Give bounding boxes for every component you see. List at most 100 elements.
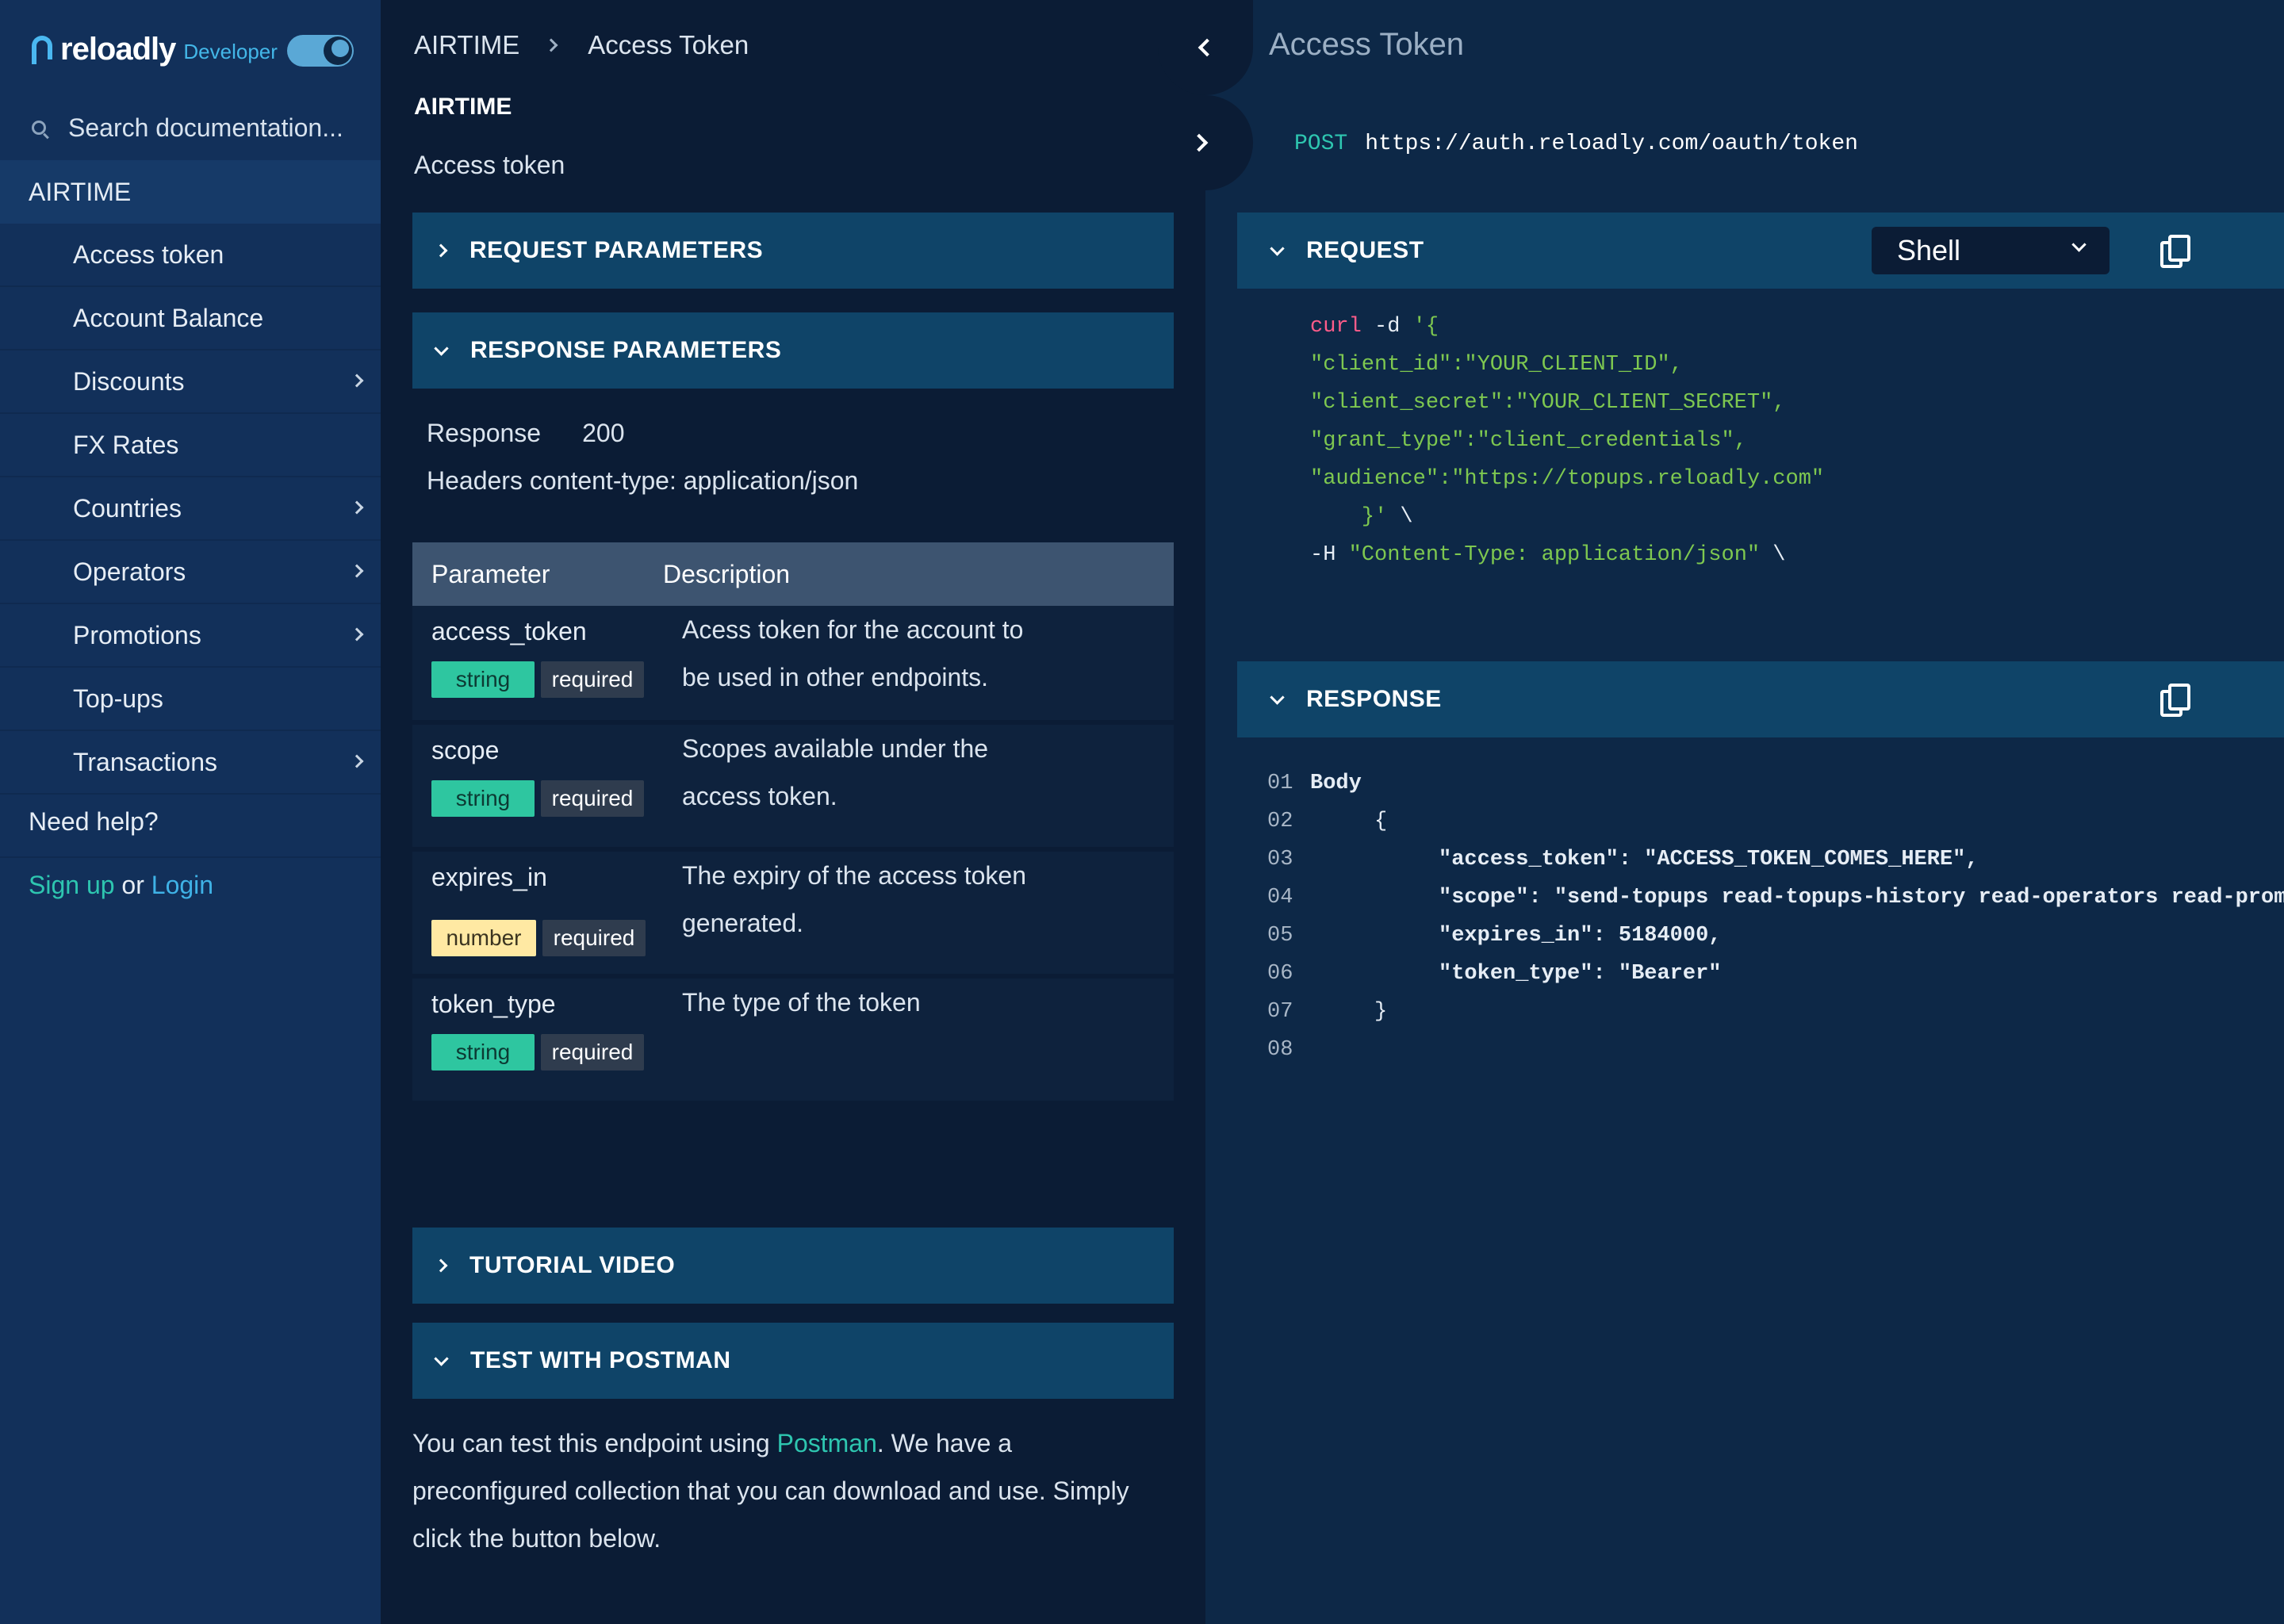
sidebar-item-label: Operators bbox=[73, 557, 186, 586]
json-value: : "send-topups read-topups-history read-… bbox=[1528, 886, 2284, 910]
table-row: token_type string required The type of the … bbox=[412, 979, 1174, 1105]
code-plain: -d bbox=[1361, 315, 1413, 339]
sidebar-item-discounts[interactable]: Discounts bbox=[0, 350, 381, 414]
code-line: 02 { bbox=[1267, 802, 2284, 841]
chevron-right-icon bbox=[350, 373, 364, 388]
sidebar-item-label: Discounts bbox=[73, 366, 185, 396]
response-code-accordion[interactable]: RESPONSE bbox=[1237, 661, 2284, 737]
brand-name: reloadly bbox=[60, 31, 176, 67]
breadcrumb-root[interactable]: AIRTIME bbox=[414, 30, 519, 60]
tutorial-video-accordion[interactable]: TUTORIAL VIDEO bbox=[412, 1228, 1174, 1304]
page-title: Access token bbox=[414, 151, 565, 179]
brand-logo[interactable]: reloadly Developer bbox=[29, 27, 278, 71]
expand-panel-button[interactable] bbox=[1158, 95, 1253, 190]
table-body: access_token string required Acess token fo… bbox=[412, 606, 1174, 1105]
copy-icon[interactable] bbox=[2160, 235, 2192, 270]
reloadly-logo-icon bbox=[29, 33, 56, 66]
request-code-accordion[interactable]: REQUEST Shell bbox=[1237, 213, 2284, 289]
line-number: 03 bbox=[1267, 848, 1293, 871]
test-with-postman-accordion[interactable]: TEST WITH POSTMAN bbox=[412, 1323, 1174, 1399]
sidebar-item-fx-rates[interactable]: FX Rates bbox=[0, 414, 381, 477]
postman-link[interactable]: Postman bbox=[777, 1429, 877, 1457]
param-description: The expiry of the access token generated. bbox=[682, 852, 1094, 947]
response-code-block: 01 Body 02 {03 "access_token": "ACCESS_TOK… bbox=[1267, 764, 2284, 1069]
parameters-table: Parameter Description access_tokenstring… bbox=[412, 542, 1174, 1105]
search-bar bbox=[0, 100, 381, 155]
http-method: POST bbox=[1294, 132, 1348, 156]
param-description: The type of the token bbox=[682, 979, 1094, 1026]
param-badges: string required bbox=[431, 661, 650, 698]
param-name: expires_in bbox=[431, 863, 547, 891]
chevron-down-icon bbox=[434, 340, 449, 356]
chevron-down-icon bbox=[2071, 237, 2087, 252]
json-value: : 5184000, bbox=[1592, 924, 1722, 948]
line-number: 07 bbox=[1267, 1000, 1293, 1024]
param-name: access_token bbox=[431, 617, 587, 645]
theme-toggle[interactable] bbox=[287, 35, 354, 67]
line-number: 04 bbox=[1267, 886, 1293, 910]
response-status: Response 200 bbox=[427, 419, 624, 448]
nav-section-airtime[interactable]: AIRTIME bbox=[0, 160, 381, 224]
chevron-right-icon bbox=[350, 564, 364, 578]
endpoint-url[interactable]: https://auth.reloadly.com/oauth/token bbox=[1365, 132, 1858, 156]
chevron-right-icon bbox=[350, 754, 364, 768]
need-help-link[interactable]: Need help? bbox=[29, 807, 159, 837]
response-parameters-accordion[interactable]: RESPONSE PARAMETERS bbox=[412, 312, 1174, 389]
divider bbox=[0, 856, 381, 858]
search-input[interactable] bbox=[68, 113, 370, 143]
param-badges: string required bbox=[431, 1034, 650, 1071]
sidebar-item-label: Transactions bbox=[73, 747, 217, 776]
code-string: "grant_type":"client_credentials", bbox=[1310, 429, 1747, 453]
json-value: : "ACCESS_TOKEN_COMES_HERE", bbox=[1618, 848, 1979, 871]
code-string: "client_secret":"YOUR_CLIENT_SECRET", bbox=[1310, 391, 1786, 415]
code-string: }' bbox=[1361, 505, 1388, 529]
copy-icon[interactable] bbox=[2160, 684, 2192, 718]
login-link[interactable]: Login bbox=[151, 871, 213, 899]
required-badge: required bbox=[541, 1034, 644, 1071]
table-row: expires_in number required The expiry of th… bbox=[412, 852, 1174, 979]
code-tail: \ bbox=[1387, 505, 1413, 529]
request-parameters-accordion[interactable]: REQUEST PARAMETERS bbox=[412, 213, 1174, 289]
json-key: "expires_in" bbox=[1439, 924, 1593, 948]
sidebar-item-access-token[interactable]: Access token bbox=[0, 224, 381, 287]
chevron-down-icon bbox=[434, 1350, 449, 1366]
sidebar-item-countries[interactable]: Countries bbox=[0, 477, 381, 541]
code-string: "client_id":"YOUR_CLIENT_ID", bbox=[1310, 353, 1683, 377]
chevron-right-icon bbox=[434, 243, 448, 258]
response-label: Response bbox=[427, 419, 542, 447]
sidebar-nav: Access token Account Balance Discounts FX R… bbox=[0, 224, 381, 795]
required-badge: required bbox=[541, 780, 644, 817]
code-tail: \ bbox=[1760, 543, 1786, 567]
sidebar-item-top-ups[interactable]: Top-ups bbox=[0, 668, 381, 731]
code-line: curl -d '{ bbox=[1310, 308, 1824, 346]
sidebar-item-transactions[interactable]: Transactions bbox=[0, 731, 381, 795]
line-number: 01 bbox=[1267, 772, 1293, 795]
sidebar-item-account-balance[interactable]: Account Balance bbox=[0, 287, 381, 350]
postman-text-start: You can test this endpoint using bbox=[412, 1429, 777, 1457]
sidebar-item-label: Promotions bbox=[73, 620, 201, 649]
code-plain bbox=[1310, 505, 1362, 529]
chevron-right-icon bbox=[350, 500, 364, 515]
sidebar-item-promotions[interactable]: Promotions bbox=[0, 604, 381, 668]
accordion-title: TEST WITH POSTMAN bbox=[470, 1347, 731, 1373]
sidebar-item-label: Access token bbox=[73, 239, 224, 269]
code-line: 07 } bbox=[1267, 993, 2284, 1031]
table-header: Parameter Description bbox=[412, 542, 1174, 606]
response-code: 200 bbox=[582, 419, 625, 447]
line-number: 08 bbox=[1267, 1038, 1293, 1062]
language-select[interactable]: Shell bbox=[1872, 227, 2110, 274]
type-badge: string bbox=[431, 780, 535, 817]
code-line: -H "Content-Type: application/json" \ bbox=[1310, 536, 1824, 574]
json-key: "scope" bbox=[1439, 886, 1529, 910]
collapse-panel-button[interactable] bbox=[1158, 0, 1253, 95]
code-string: "audience":"https://topups.reloadly.com" bbox=[1310, 467, 1825, 491]
breadcrumb: AIRTIME Access Token bbox=[414, 30, 749, 60]
code-line: "client_id":"YOUR_CLIENT_ID", bbox=[1310, 346, 1824, 384]
code-text: { bbox=[1310, 810, 1388, 833]
code-plain: -H bbox=[1310, 543, 1349, 567]
param-name: token_type bbox=[431, 990, 556, 1018]
signup-link[interactable]: Sign up bbox=[29, 871, 115, 899]
chevron-right-icon bbox=[1190, 133, 1209, 152]
sidebar-item-operators[interactable]: Operators bbox=[0, 541, 381, 604]
required-badge: required bbox=[542, 920, 646, 956]
